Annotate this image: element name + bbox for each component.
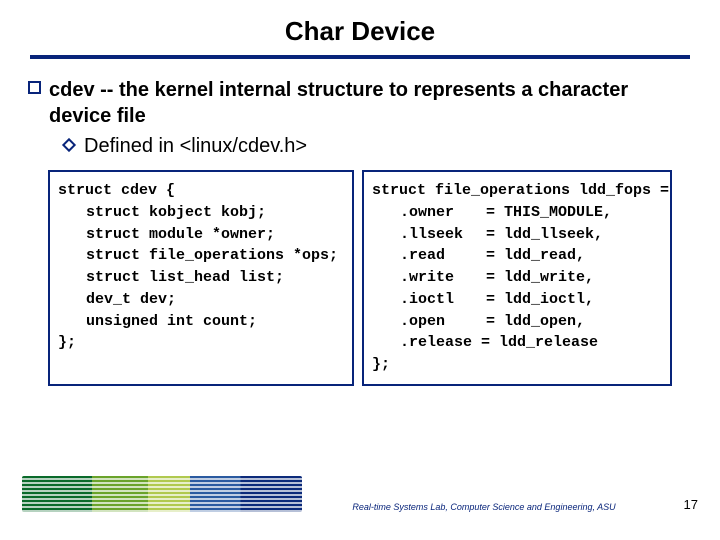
code-value: = ldd_open,: [486, 311, 585, 333]
code-box-cdev-struct: struct cdev {struct kobject kobj;struct …: [48, 170, 354, 386]
code-field: .write: [400, 267, 468, 289]
bullet-1-text: cdev -- the kernel internal structure to…: [49, 77, 692, 129]
code-field: .ioctl: [400, 289, 468, 311]
code-line: struct module *owner;: [58, 224, 344, 246]
code-line: .write = ldd_write,: [372, 267, 662, 289]
code-value: = ldd_read,: [486, 245, 585, 267]
footer-text: Real-time Systems Lab, Computer Science …: [302, 502, 666, 512]
code-field: .open: [400, 311, 468, 333]
code-value: = ldd_write,: [486, 267, 594, 289]
code-field: .owner: [400, 202, 468, 224]
code-field: .read: [400, 245, 468, 267]
code-box-file-operations: struct file_operations ldd_fops = {.owne…: [362, 170, 672, 386]
slide-content: cdev -- the kernel internal structure to…: [0, 59, 720, 386]
diamond-bullet-icon: [62, 138, 76, 152]
code-line: .llseek = ldd_llseek,: [372, 224, 662, 246]
code-line: };: [58, 332, 344, 354]
code-line: dev_t dev;: [58, 289, 344, 311]
footer-graphic: [22, 476, 302, 512]
square-bullet-icon: [28, 81, 41, 94]
bullet-level-2: Defined in <linux/cdev.h>: [64, 135, 692, 158]
code-line: struct file_operations ldd_fops = {: [372, 180, 662, 202]
code-field: .llseek: [400, 224, 468, 246]
slide: Char Device cdev -- the kernel internal …: [0, 0, 720, 540]
code-line: .ioctl = ldd_ioctl,: [372, 289, 662, 311]
slide-footer: Real-time Systems Lab, Computer Science …: [0, 476, 720, 512]
bullet-2-text: Defined in <linux/cdev.h>: [84, 135, 307, 158]
code-line: struct list_head list;: [58, 267, 344, 289]
code-line: .release = ldd_release: [372, 332, 662, 354]
code-value: = ldd_llseek,: [486, 224, 603, 246]
bullet-level-1: cdev -- the kernel internal structure to…: [28, 77, 692, 129]
code-line: .read = ldd_read,: [372, 245, 662, 267]
code-line: .open = ldd_open,: [372, 311, 662, 333]
code-columns: struct cdev {struct kobject kobj;struct …: [48, 170, 672, 386]
code-line: struct file_operations *ops;: [58, 245, 344, 267]
page-number: 17: [666, 497, 698, 512]
code-field: .release: [400, 332, 472, 354]
code-line: .owner = THIS_MODULE,: [372, 202, 662, 224]
page-title: Char Device: [0, 0, 720, 53]
code-line: unsigned int count;: [58, 311, 344, 333]
code-value: = THIS_MODULE,: [486, 202, 612, 224]
code-line: struct cdev {: [58, 180, 344, 202]
code-value: = ldd_ioctl,: [486, 289, 594, 311]
code-value: = ldd_release: [481, 332, 598, 354]
code-line: };: [372, 354, 662, 376]
code-line: struct kobject kobj;: [58, 202, 344, 224]
